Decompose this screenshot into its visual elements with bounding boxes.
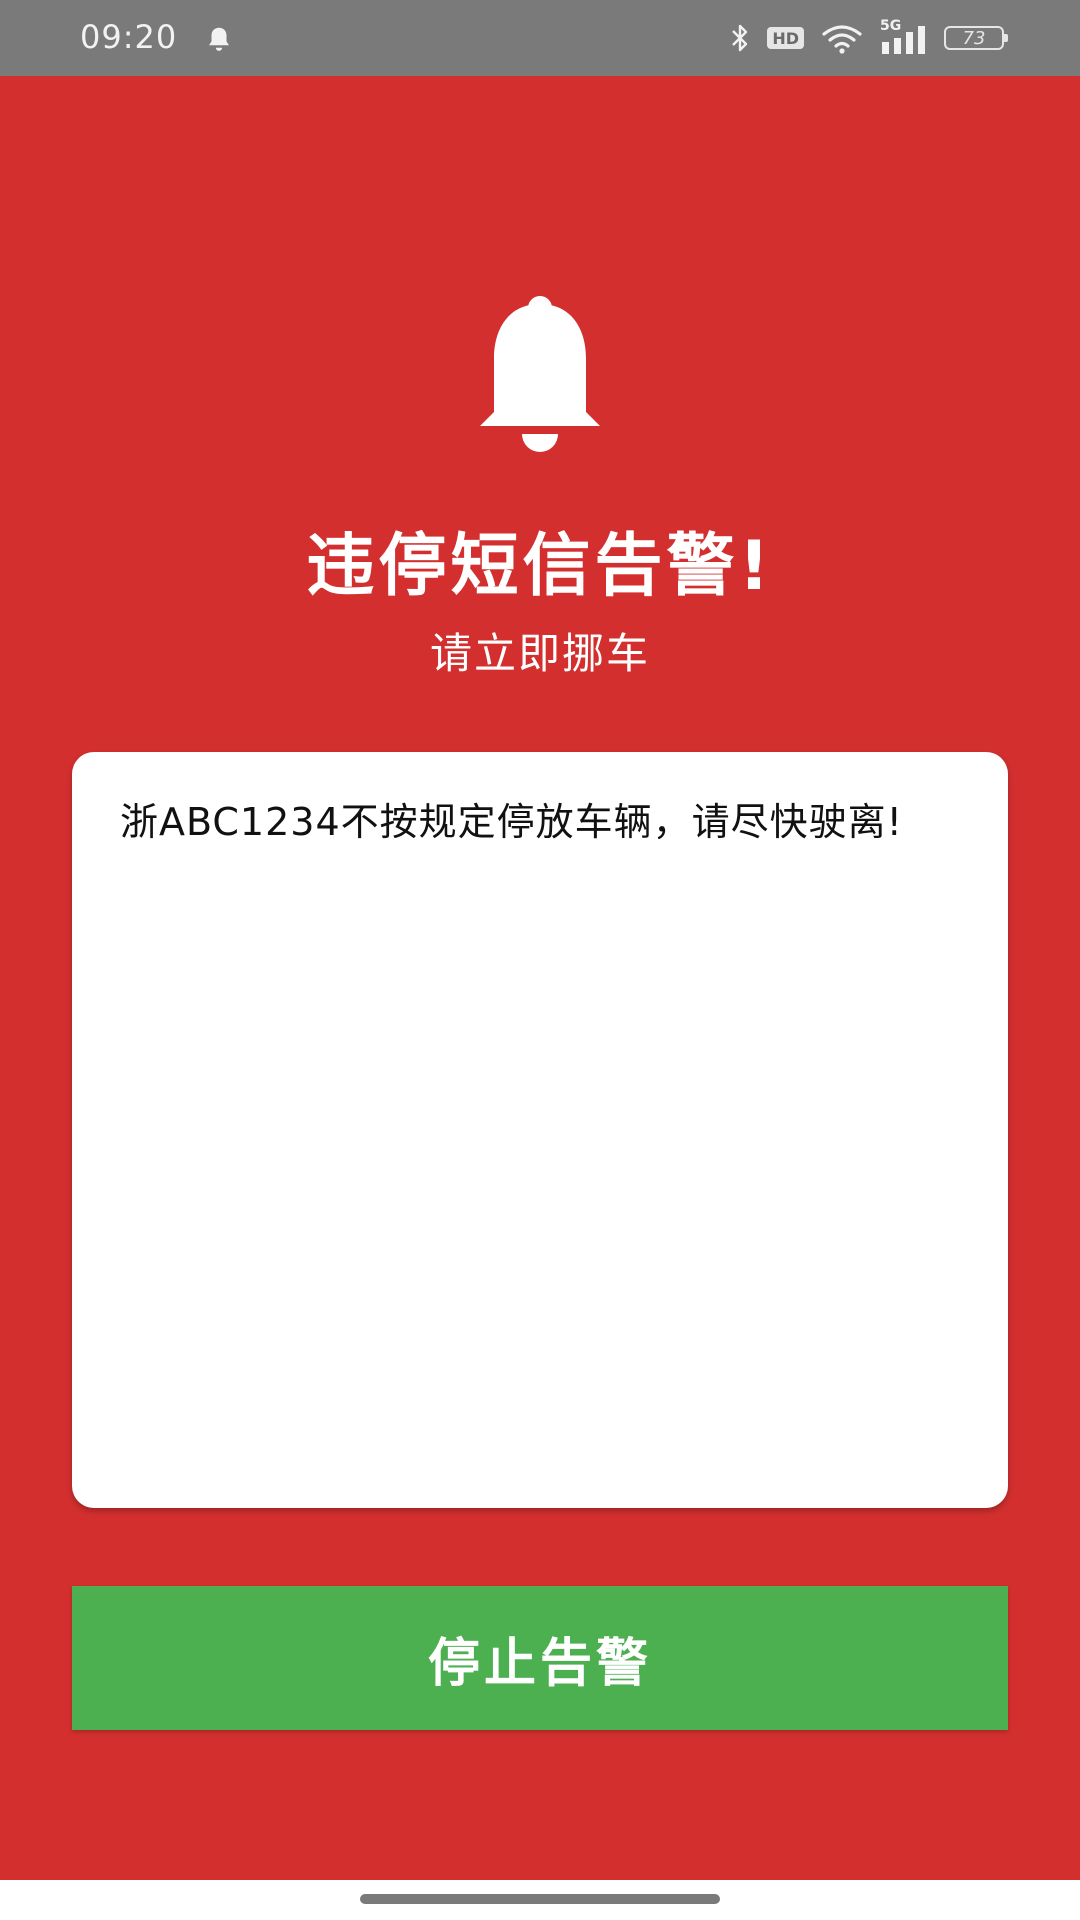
hd-badge: HD	[767, 27, 804, 49]
alert-screen: 违停短信告警! 请立即挪车 浙ABC1234不按规定停放车辆，请尽快驶离! 停止…	[0, 76, 1080, 1880]
notification-bell-icon	[209, 27, 229, 51]
alert-subtitle: 请立即挪车	[429, 629, 650, 678]
stop-alarm-button[interactable]: 停止告警	[72, 1586, 1008, 1730]
signal-group: 5G	[880, 18, 928, 54]
status-icons: HD 5G 73	[729, 18, 1008, 58]
battery-indicator: 73	[944, 26, 1008, 50]
alarm-bell-icon	[480, 296, 600, 452]
home-indicator[interactable]	[360, 1894, 720, 1904]
navigation-bar	[0, 1880, 1080, 1920]
message-text: 浙ABC1234不按规定停放车辆，请尽快驶离!	[120, 800, 903, 844]
signal-strength-icon	[882, 26, 925, 54]
status-bar: 09:20 HD 5G 73	[0, 0, 1080, 76]
status-time: 09:20	[80, 18, 178, 56]
bluetooth-icon	[732, 24, 748, 52]
message-card: 浙ABC1234不按规定停放车辆，请尽快驶离!	[72, 752, 1008, 1508]
wifi-icon	[822, 25, 862, 54]
alert-title: 违停短信告警!	[306, 527, 774, 606]
